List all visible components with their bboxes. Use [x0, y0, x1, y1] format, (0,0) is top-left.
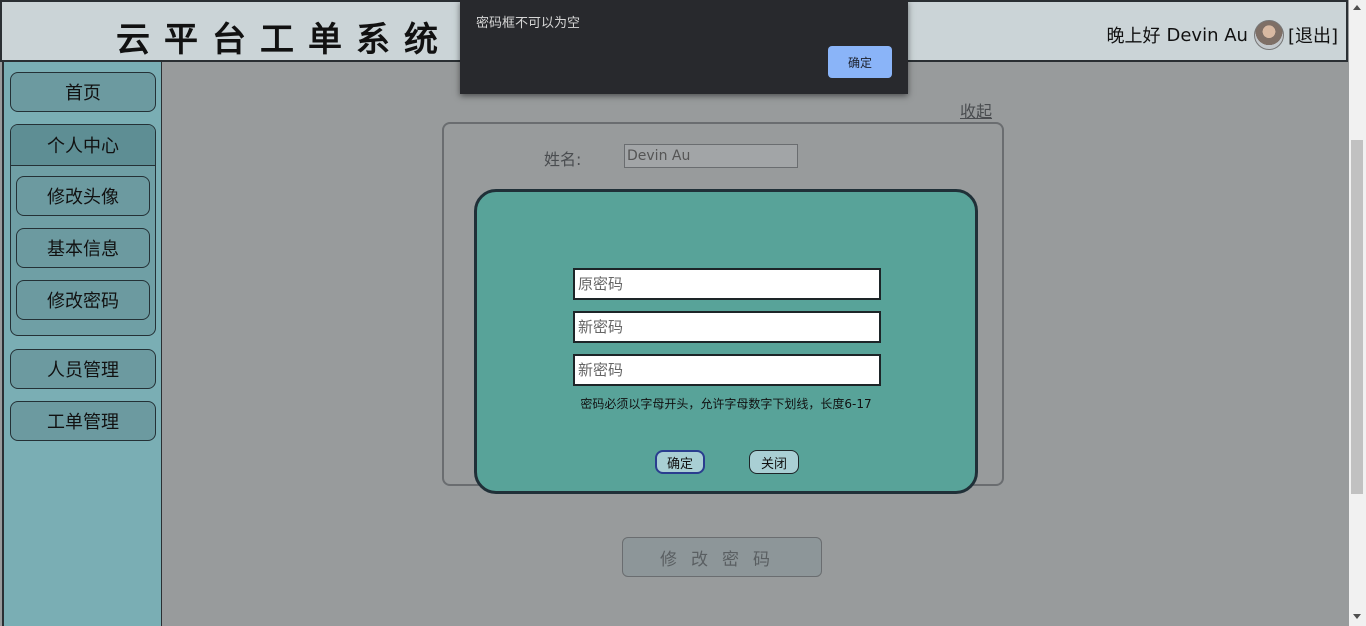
user-area: 晚上好 Devin Au [退出] — [1106, 20, 1338, 50]
scroll-up-icon[interactable] — [1353, 5, 1361, 10]
logout-link[interactable]: [退出] — [1288, 22, 1338, 48]
collapse-link[interactable]: 收起 — [960, 98, 992, 122]
sidebar-item-basic-info[interactable]: 基本信息 — [16, 228, 150, 268]
sidebar-item-staff-management[interactable]: 人员管理 — [10, 349, 156, 389]
new-password-input[interactable] — [573, 311, 881, 343]
modal-close-button[interactable]: 关闭 — [749, 450, 799, 474]
password-hint: 密码必须以字母开头，允许字母数字下划线，长度6-17 — [580, 397, 872, 411]
old-password-input[interactable] — [573, 268, 881, 300]
sidebar-item-change-password[interactable]: 修改密码 — [16, 280, 150, 320]
change-password-button[interactable]: 修改密码 — [622, 537, 822, 577]
greeting-text: 晚上好 — [1106, 26, 1161, 47]
app-title: 云平台工单系统 — [116, 20, 452, 60]
alert-message: 密码框不可以为空 — [476, 16, 581, 31]
page-scrollbar[interactable] — [1349, 0, 1366, 626]
alert-dialog: 密码框不可以为空 确定 — [460, 0, 908, 94]
user-name: Devin Au — [1166, 24, 1248, 46]
sidebar-item-change-avatar[interactable]: 修改头像 — [16, 176, 150, 216]
sidebar: 首页 个人中心 修改头像 基本信息 修改密码 人员管理 工单管理 — [2, 62, 162, 626]
modal-confirm-button[interactable]: 确定 — [655, 450, 705, 474]
password-modal: 密码必须以字母开头，允许字母数字下划线，长度6-17 确定 关闭 — [474, 189, 978, 494]
sidebar-group-personal-center: 个人中心 修改头像 基本信息 修改密码 — [10, 124, 156, 336]
sidebar-item-personal-center[interactable]: 个人中心 — [11, 125, 155, 166]
scrollbar-thumb[interactable] — [1351, 140, 1363, 494]
name-field[interactable] — [624, 144, 798, 168]
sidebar-item-ticket-management[interactable]: 工单管理 — [10, 401, 156, 441]
alert-ok-button[interactable]: 确定 — [828, 46, 892, 78]
scroll-down-icon[interactable] — [1353, 614, 1361, 619]
avatar[interactable] — [1253, 20, 1284, 50]
confirm-password-input[interactable] — [573, 354, 881, 386]
sidebar-item-home[interactable]: 首页 — [10, 72, 156, 112]
name-label: 姓名: — [544, 150, 582, 169]
